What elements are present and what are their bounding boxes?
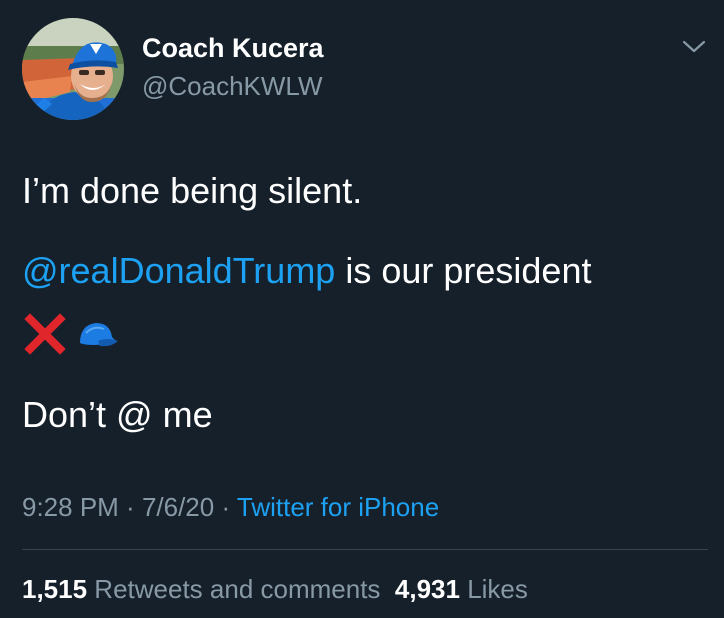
likes-count: 4,931 (394, 574, 460, 604)
tweet-text-line: I’m done being silent. (22, 170, 363, 211)
separator-dot: · (214, 492, 237, 522)
profile-photo-icon (22, 18, 124, 120)
cross-mark-icon (24, 313, 66, 355)
likes-stat[interactable]: 4,931 Likes (395, 574, 528, 604)
engagement-stats: 1,515 Retweets and comments 4,931 Likes (22, 574, 528, 605)
avatar[interactable] (22, 18, 124, 120)
likes-label: Likes (459, 574, 528, 604)
retweets-label: Retweets and comments (87, 574, 381, 604)
blue-cap-icon (80, 323, 118, 347)
tweet-source-link[interactable]: Twitter for iPhone (237, 492, 439, 522)
emoji-row (24, 312, 118, 356)
tweet-metadata: 9:28 PM · 7/6/20 · Twitter for iPhone (22, 492, 439, 523)
user-handle[interactable]: @CoachKWLW (142, 71, 323, 102)
tweet-date[interactable]: 7/6/20 (142, 492, 214, 522)
retweets-count: 1,515 (22, 574, 88, 604)
tweet-text-fragment: is our president (335, 250, 592, 291)
retweets-stat[interactable]: 1,515 Retweets and comments (22, 574, 380, 604)
tweet-text-line: @realDonaldTrump is our president (22, 250, 591, 292)
tweet-text-line: Don’t @ me (22, 394, 213, 435)
mention-link[interactable]: @realDonaldTrump (22, 250, 335, 291)
separator-dot: · (118, 492, 142, 522)
divider (22, 549, 708, 550)
tweet-time[interactable]: 9:28 PM (22, 492, 119, 522)
chevron-down-icon[interactable] (680, 34, 708, 58)
display-name[interactable]: Coach Kucera (142, 33, 324, 64)
